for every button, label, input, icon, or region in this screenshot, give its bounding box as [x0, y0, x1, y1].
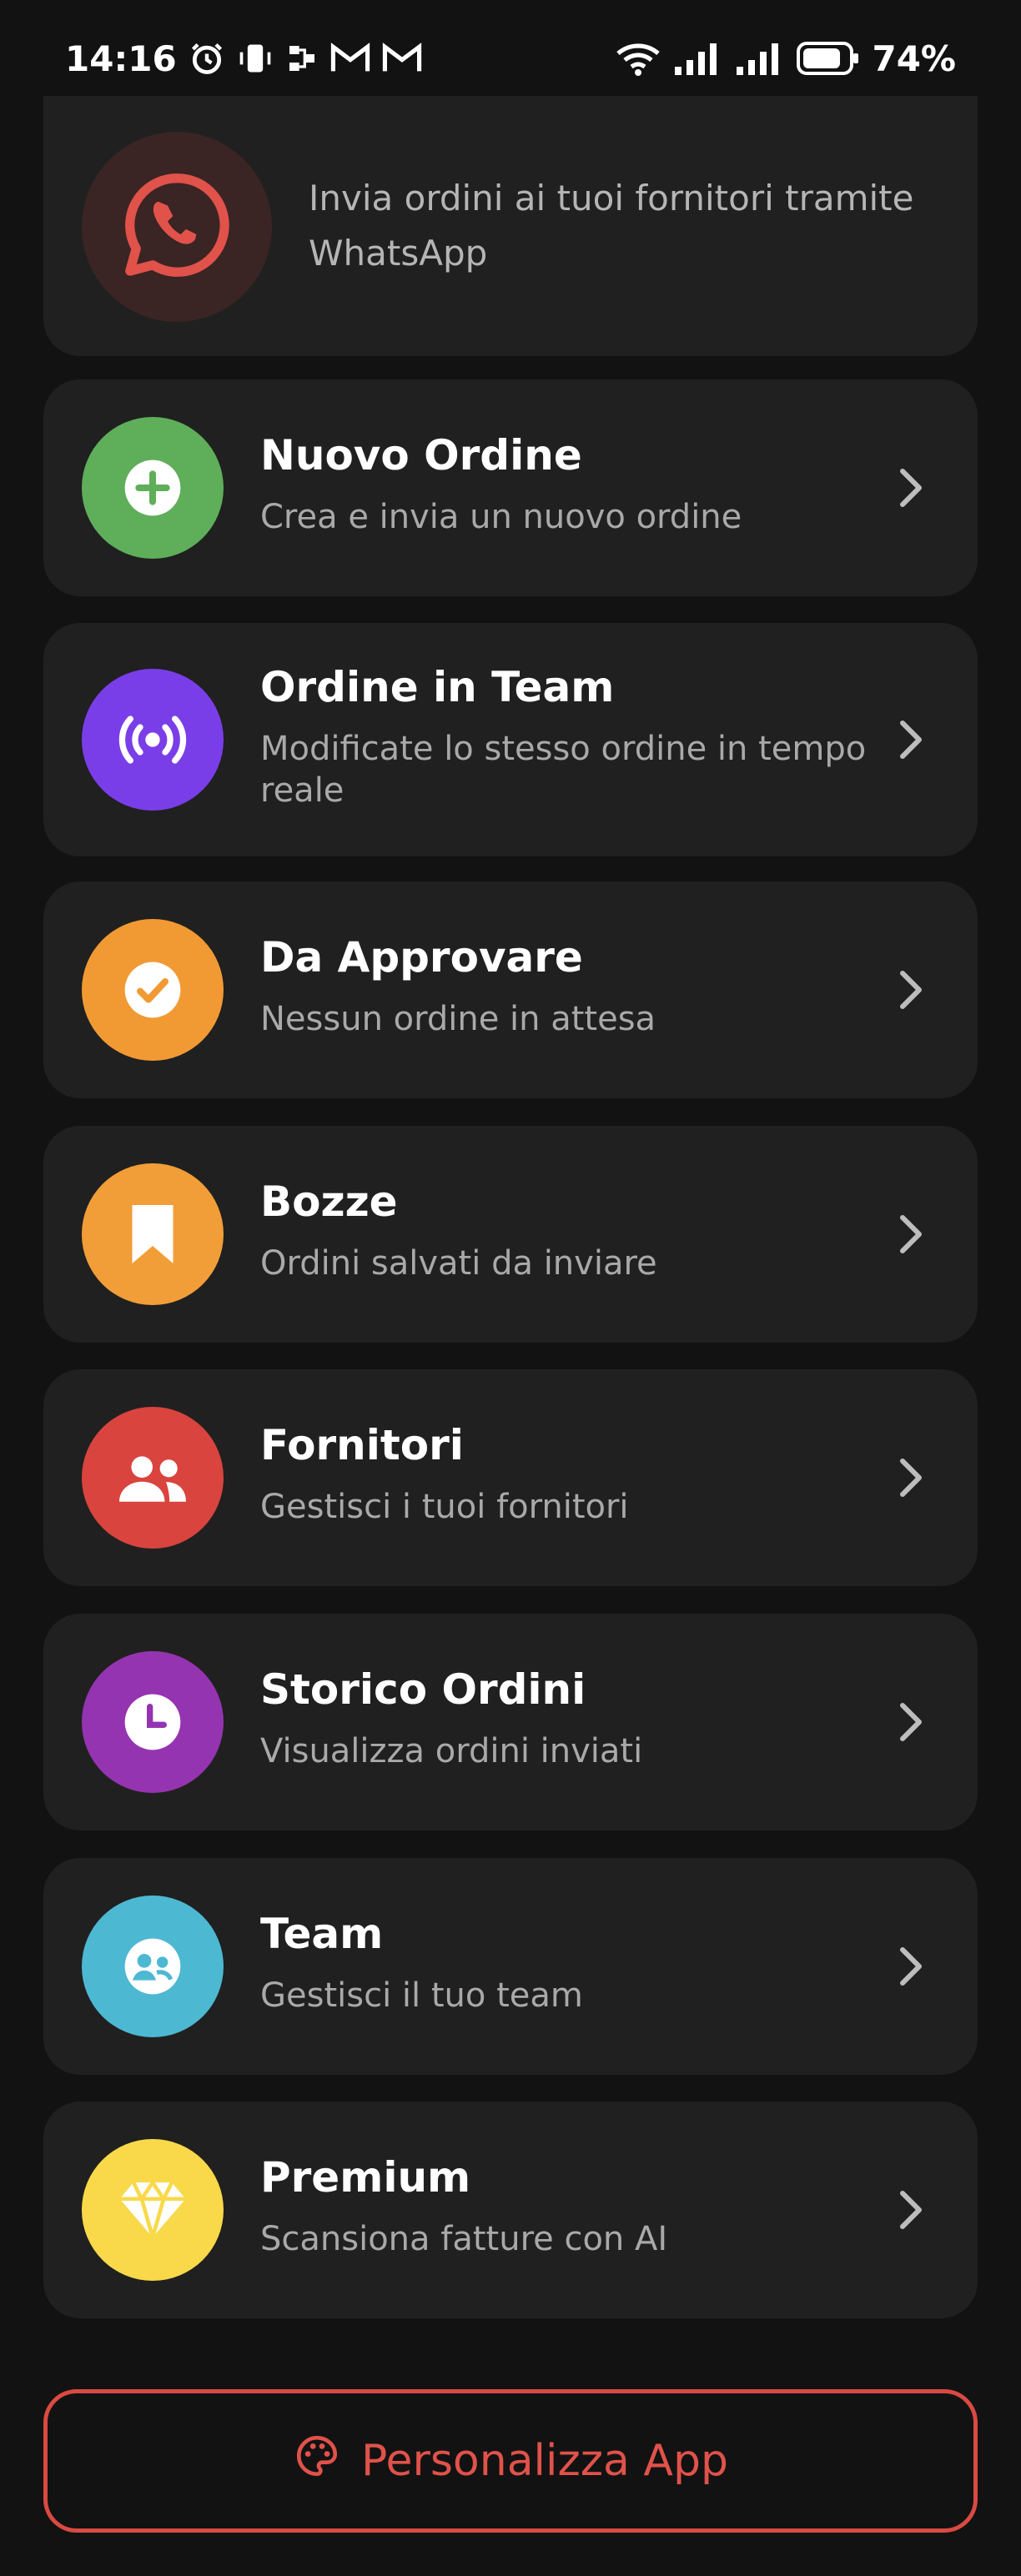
menu-item-title: Bozze: [260, 1178, 398, 1226]
menu-item-storico-ordini[interactable]: Storico Ordini Visualizza ordini inviati: [43, 1614, 978, 1830]
menu-item-title: Premium: [260, 2153, 471, 2202]
chevron-right-icon: [894, 1697, 928, 1747]
menu-item-premium[interactable]: Premium Scansiona fatture con AI: [43, 2101, 978, 2318]
whatsapp-description: Invia ordini ai tuoi fornitori tramite W…: [309, 178, 914, 274]
network-icon: [285, 40, 319, 77]
chevron-right-icon: [894, 1209, 928, 1259]
menu-item-title: Storico Ordini: [260, 1665, 586, 1714]
whatsapp-avatar: [82, 132, 272, 322]
menu-item-subtitle: Gestisci il tuo team: [260, 1976, 583, 2015]
menu-item-icon-circle: [82, 1896, 224, 2037]
personalize-app-button[interactable]: Personalizza App: [43, 2389, 978, 2533]
check-circle-icon: [119, 957, 186, 1023]
chevron-right-icon: [894, 1941, 928, 1991]
chevron-right-icon: [894, 715, 928, 765]
menu-item-icon-circle: [82, 669, 224, 811]
menu-item-subtitle: Visualizza ordini inviati: [260, 1732, 643, 1770]
personalize-app-label: Personalizza App: [360, 2436, 729, 2486]
status-time: 14:16: [65, 38, 177, 79]
chevron-right-icon: [894, 965, 928, 1015]
chevron-right-icon: [894, 1453, 928, 1503]
menu-item-icon-circle: [82, 1407, 224, 1549]
menu-item-title: Nuovo Ordine: [260, 431, 582, 480]
vibrate-icon: [237, 40, 274, 77]
people-icon: [113, 1444, 193, 1511]
menu-item-ordine-in-team[interactable]: Ordine in Team Modificate lo stesso ordin…: [43, 623, 978, 856]
clock-icon: [119, 1689, 186, 1755]
menu-item-subtitle: Gestisci i tuoi fornitori: [260, 1488, 629, 1526]
menu-item-title: Da Approvare: [260, 933, 583, 982]
menu-item-icon-circle: [82, 919, 224, 1061]
menu-item-title: Fornitori: [260, 1421, 464, 1469]
chevron-right-icon: [894, 2185, 928, 2235]
diamond-icon: [114, 2177, 191, 2243]
menu-item-icon-circle: [82, 1651, 224, 1793]
broadcast-icon: [111, 706, 194, 773]
gmail-icon-2: [382, 42, 422, 75]
menu-item-subtitle: Modificate lo stesso ordine in tempo rea…: [260, 730, 867, 810]
menu-item-subtitle: Scansiona fatture con AI: [260, 2220, 668, 2258]
whatsapp-icon: [114, 163, 239, 291]
menu-item-bozze[interactable]: Bozze Ordini salvati da inviare: [43, 1126, 978, 1343]
palette-icon: [293, 2432, 341, 2491]
menu-item-title: Team: [260, 1910, 384, 1958]
battery-icon: [797, 41, 860, 76]
menu-item-subtitle: Ordini salvati da inviare: [260, 1244, 657, 1283]
alarm-icon: [189, 40, 225, 77]
wifi-icon: [615, 40, 661, 77]
signal-icon-2: [735, 42, 785, 75]
whatsapp-info-card: Invia ordini ai tuoi fornitori tramite W…: [43, 96, 978, 356]
signal-icon: [673, 42, 723, 75]
battery-percent: 74%: [872, 38, 956, 79]
menu-item-fornitori[interactable]: Fornitori Gestisci i tuoi fornitori: [43, 1369, 978, 1586]
menu-item-icon-circle: [82, 1163, 224, 1305]
menu-item-icon-circle: [82, 417, 224, 559]
gmail-icon: [330, 42, 370, 75]
bookmark-icon: [123, 1199, 182, 1269]
menu-item-team[interactable]: Team Gestisci il tuo team: [43, 1858, 978, 2075]
team-icon: [119, 1933, 186, 2000]
plus-circle-icon: [119, 454, 186, 521]
menu-item-icon-circle: [82, 2139, 224, 2281]
menu-item-subtitle: Nessun ordine in attesa: [260, 1000, 656, 1038]
menu-item-title: Ordine in Team: [260, 663, 615, 711]
chevron-right-icon: [894, 463, 928, 513]
menu-item-da-approvare[interactable]: Da Approvare Nessun ordine in attesa: [43, 881, 978, 1098]
menu-item-subtitle: Crea e invia un nuovo ordine: [260, 498, 742, 536]
menu-item-nuovo-ordine[interactable]: Nuovo Ordine Crea e invia un nuovo ordine: [43, 379, 978, 596]
